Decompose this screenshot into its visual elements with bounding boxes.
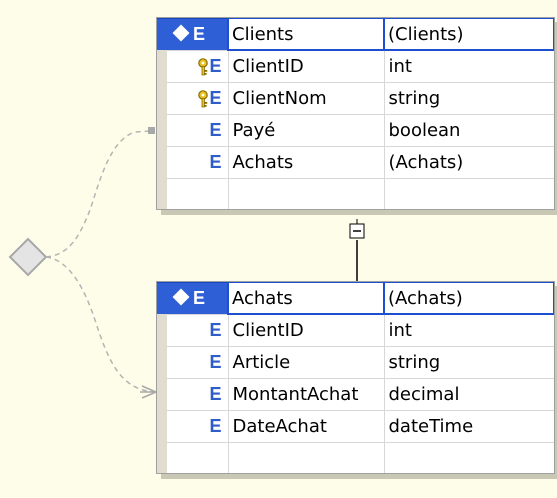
field-type[interactable]: string (384, 346, 554, 379)
schema-root-diamond-icon[interactable] (8, 237, 48, 277)
field-row[interactable]: E ClientNom string (156, 82, 554, 115)
field-name[interactable]: Article (227, 346, 385, 379)
entity-table: E Achats (Achats) E ClientID int E Artic… (156, 281, 555, 474)
element-icon: E (209, 384, 222, 405)
key-icon (198, 89, 209, 108)
row-gutter (156, 17, 167, 50)
field-name[interactable]: DateAchat (227, 410, 385, 443)
field-type[interactable]: (Achats) (384, 146, 554, 179)
entity-type[interactable]: (Achats) (383, 281, 555, 315)
collapse-toggle-icon[interactable] (349, 219, 365, 239)
field-row[interactable]: E Achats (Achats) (156, 146, 554, 179)
field-type[interactable]: boolean (384, 114, 554, 147)
entity-table: E Clients (Clients) E ClientID int E Cli… (156, 17, 555, 210)
field-row[interactable]: E Article string (156, 346, 554, 379)
element-icon: E (209, 56, 222, 76)
new-field-row[interactable] (156, 178, 554, 210)
entity-clients[interactable]: E Clients (Clients) E ClientID int E Cli… (156, 17, 555, 210)
element-icon: E (209, 320, 222, 340)
field-name[interactable]: MontantAchat (227, 378, 385, 411)
entity-type[interactable]: (Clients) (383, 17, 555, 51)
field-type[interactable]: string (384, 82, 554, 115)
field-name[interactable]: ClientNom (227, 82, 385, 115)
field-row[interactable]: E DateAchat dateTime (156, 410, 554, 443)
entity-name[interactable]: Achats (227, 281, 385, 315)
new-field-name[interactable] (227, 442, 385, 474)
connector-to-achats (45, 256, 156, 393)
field-row[interactable]: E Payé boolean (156, 114, 554, 147)
field-name[interactable]: ClientID (227, 49, 385, 83)
field-name[interactable]: Achats (227, 146, 385, 179)
field-name[interactable]: ClientID (227, 313, 385, 347)
entity-name[interactable]: Clients (227, 17, 385, 51)
field-type[interactable]: decimal (384, 378, 554, 411)
schema-diagram: E Clients (Clients) E ClientID int E Cli… (0, 0, 557, 498)
new-field-row[interactable] (156, 442, 554, 474)
element-icon: E (193, 287, 206, 308)
element-icon: E (209, 152, 222, 173)
field-row[interactable]: E ClientID int (156, 313, 554, 347)
element-icon: E (209, 416, 222, 437)
new-field-type[interactable] (384, 442, 554, 474)
connector-to-clients (45, 130, 153, 258)
element-icon: E (209, 352, 222, 373)
crowfoot-marker (140, 385, 157, 399)
entity-achats[interactable]: E Achats (Achats) E ClientID int E Artic… (156, 281, 555, 474)
field-type[interactable]: int (384, 49, 554, 83)
row-gutter (156, 281, 167, 314)
element-icon: E (209, 120, 222, 141)
field-row[interactable]: E ClientID int (156, 49, 554, 83)
field-type[interactable]: dateTime (384, 410, 554, 443)
connector-end-marker (148, 127, 155, 134)
element-icon: E (193, 23, 206, 44)
new-field-type[interactable] (384, 178, 554, 210)
field-row[interactable]: E MontantAchat decimal (156, 378, 554, 411)
key-icon (198, 57, 209, 75)
field-name[interactable]: Payé (227, 114, 385, 147)
diamond-icon (172, 288, 190, 306)
element-icon: E (209, 88, 222, 109)
entity-header[interactable]: E Clients (Clients) (156, 17, 555, 51)
diamond-icon (172, 24, 190, 42)
field-type[interactable]: int (384, 313, 554, 347)
entity-header[interactable]: E Achats (Achats) (156, 281, 555, 315)
new-field-name[interactable] (227, 178, 385, 210)
